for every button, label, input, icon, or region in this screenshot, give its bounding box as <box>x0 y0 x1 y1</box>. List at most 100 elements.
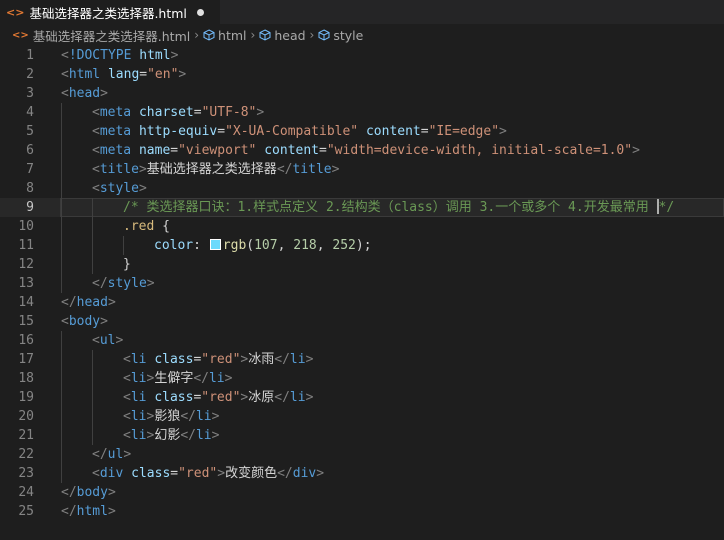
breadcrumb-item-style[interactable]: style <box>333 28 363 43</box>
indent-guide <box>92 350 93 369</box>
code-line[interactable]: 24 </body> <box>0 483 724 502</box>
code-token: </ <box>61 295 77 310</box>
indent-guide <box>92 217 93 236</box>
code-token: = <box>170 466 179 481</box>
code-line[interactable]: 23 <div class="red">改变颜色</div> <box>0 464 724 483</box>
code-token: "X-UA-Compatible" <box>225 124 359 139</box>
code-token: < <box>92 162 100 177</box>
code-line[interactable]: 7 <title>基础选择器之类选择器</title> <box>0 160 724 179</box>
code-line[interactable]: 13 </style> <box>0 274 724 293</box>
code-line[interactable]: 11 color: rgb(107, 218, 252); <box>0 236 724 255</box>
line-number: 12 <box>18 257 34 272</box>
code-token: < <box>92 466 100 481</box>
element-cube-icon <box>203 29 215 41</box>
indent-guide <box>61 426 62 445</box>
line-number: 25 <box>18 504 34 519</box>
code-token: class <box>154 390 194 405</box>
line-number: 16 <box>18 333 34 348</box>
code-line[interactable]: 15 <body> <box>0 312 724 331</box>
code-line[interactable]: 1 <!DOCTYPE html> <box>0 46 724 65</box>
element-cube-icon <box>259 29 271 41</box>
code-token: , <box>277 238 294 253</box>
code-token: ul <box>99 333 116 348</box>
line-number: 18 <box>18 371 34 386</box>
line-number: 4 <box>26 105 34 120</box>
code-token: style <box>99 181 139 196</box>
tab-filename: 基础选择器之类选择器.html <box>29 5 187 21</box>
code-token: rgb <box>222 238 247 253</box>
code-token: > <box>211 409 220 424</box>
code-token: div <box>292 466 317 481</box>
code-token: li <box>130 428 147 443</box>
code-token: < <box>61 67 69 82</box>
code-line[interactable]: 21 <li>幻影</li> <box>0 426 724 445</box>
code-token: meta <box>99 124 132 139</box>
code-line[interactable]: 19 <li class="red">冰原</li> <box>0 388 724 407</box>
code-token: = <box>217 124 226 139</box>
code-line[interactable]: 12} <box>0 255 724 274</box>
code-line[interactable]: 22 </ul> <box>0 445 724 464</box>
indent-guide <box>61 407 62 426</box>
code-line[interactable]: 8 <style> <box>0 179 724 198</box>
breadcrumb: <> 基础选择器之类选择器.html › html › head › style <box>0 24 724 46</box>
code-token: content <box>365 124 421 139</box>
editor-tab[interactable]: <> 基础选择器之类选择器.html <box>0 0 220 24</box>
code-token: "en" <box>147 67 179 82</box>
code-token: lang <box>107 67 140 82</box>
element-cube-icon <box>318 29 330 41</box>
code-token: = <box>319 143 327 158</box>
code-token: content <box>264 143 320 158</box>
code-line[interactable]: 4 <meta charset="UTF-8"> <box>0 103 724 122</box>
code-content: <head> <box>61 84 108 103</box>
code-token: < <box>92 105 100 120</box>
code-token: < <box>123 409 131 424</box>
code-content: </body> <box>61 483 116 502</box>
code-line[interactable]: 10 .red { <box>0 217 724 236</box>
code-token: "red" <box>201 352 241 367</box>
code-editor[interactable]: 1 <!DOCTYPE html> 2 <html lang="en"> 3 <head>… <box>0 46 724 540</box>
code-token: html <box>68 67 101 82</box>
code-token: name <box>138 143 171 158</box>
breadcrumb-item-head[interactable]: head <box>274 28 305 43</box>
indent-guide <box>92 236 93 255</box>
line-number: 2 <box>26 67 34 82</box>
code-content: } <box>123 255 131 274</box>
code-line[interactable]: 3 <head> <box>0 84 724 103</box>
code-token: > <box>331 162 340 177</box>
indent-guide <box>61 217 62 236</box>
code-line[interactable]: 5 <meta http-equiv="X-UA-Compatible" cont… <box>0 122 724 141</box>
indent-guide <box>92 255 93 274</box>
indent-guide <box>92 426 93 445</box>
code-token: div <box>99 466 124 481</box>
code-line[interactable]: 17 <li class="red">冰雨</li> <box>0 350 724 369</box>
code-token: > <box>107 295 116 310</box>
code-token: 252 <box>332 238 356 253</box>
indent-guide <box>123 236 124 255</box>
unsaved-dot-icon[interactable] <box>196 8 204 16</box>
indent-guide <box>92 198 93 217</box>
code-line[interactable]: 16 <ul> <box>0 331 724 350</box>
code-content: <html lang="en"> <box>61 65 186 84</box>
breadcrumb-item-html[interactable]: html <box>218 28 246 43</box>
code-token: </ <box>277 466 293 481</box>
code-line[interactable]: 14 </head> <box>0 293 724 312</box>
line-number: 20 <box>18 409 34 424</box>
code-token: li <box>208 371 225 386</box>
code-line[interactable]: 20 <li>影狼</li> <box>0 407 724 426</box>
code-token: 改变颜色 <box>225 466 278 481</box>
breadcrumb-file[interactable]: 基础选择器之类选择器.html <box>33 26 190 45</box>
code-content: .red { <box>123 217 170 236</box>
code-content: <li class="red">冰原</li> <box>123 388 313 407</box>
code-line[interactable]: 18 <li>生僻字</li> <box>0 369 724 388</box>
color-swatch-icon[interactable] <box>209 239 221 250</box>
code-token: head <box>68 86 101 101</box>
code-line[interactable]: 2 <html lang="en"> <box>0 65 724 84</box>
line-number: 7 <box>26 162 34 177</box>
code-line[interactable]: 6 <meta name="viewport" content="width=de… <box>0 141 724 160</box>
code-content: <body> <box>61 312 108 331</box>
code-content: </ul> <box>92 445 131 464</box>
code-line[interactable]: 9 /* 类选择器口诀：1.样式点定义 2.结构类（class）调用 3.一个或多… <box>0 198 724 217</box>
code-line[interactable]: 25 </html> <box>0 502 724 521</box>
